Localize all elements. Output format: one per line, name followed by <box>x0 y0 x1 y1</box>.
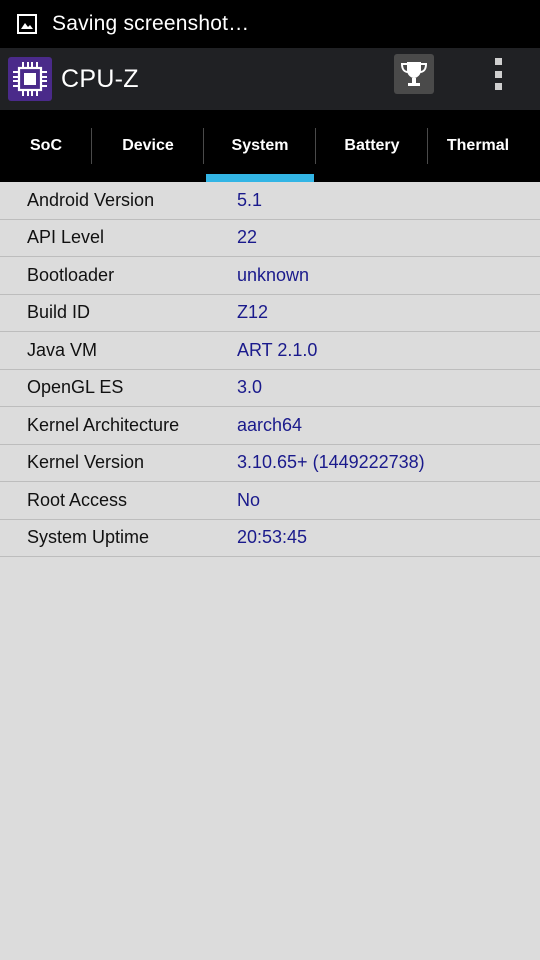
info-value: unknown <box>237 264 310 285</box>
info-label: Bootloader <box>27 264 115 285</box>
list-item: Root Access No <box>0 482 540 520</box>
tab-label: SoC <box>30 137 62 154</box>
status-text: Saving screenshot… <box>52 12 250 35</box>
list-item: Bootloader unknown <box>0 257 540 295</box>
trophy-icon[interactable] <box>394 54 434 94</box>
info-label: Android Version <box>27 189 155 210</box>
info-value: 22 <box>237 227 258 248</box>
tab-label: System <box>231 137 289 154</box>
info-label: Root Access <box>27 489 128 510</box>
list-item: Android Version 5.1 <box>0 182 540 220</box>
list-item: OpenGL ES 3.0 <box>0 370 540 407</box>
tab-label: Battery <box>344 137 400 154</box>
list-item: Build ID Z12 <box>0 295 540 332</box>
info-label: Build ID <box>27 302 91 323</box>
status-bar: Saving screenshot… <box>0 0 540 48</box>
info-label: OpenGL ES <box>27 377 124 398</box>
tab-label: Thermal <box>446 137 510 154</box>
list-item: System Uptime 20:53:45 <box>0 520 540 557</box>
tab-bar: SoC Device System Battery Thermal <box>0 110 540 182</box>
info-value: 20:53:45 <box>237 527 308 548</box>
info-label: Java VM <box>27 339 98 360</box>
list-item: Kernel Architecture aarch64 <box>0 407 540 445</box>
info-label: Kernel Architecture <box>27 414 180 435</box>
info-value: ART 2.1.0 <box>237 339 318 360</box>
tab-system[interactable]: System <box>204 110 316 182</box>
info-label: API Level <box>27 227 105 248</box>
image-icon <box>16 13 38 35</box>
info-value: Z12 <box>237 302 269 323</box>
info-value: 3.0 <box>237 377 263 398</box>
tab-device[interactable]: Device <box>92 110 204 182</box>
list-item: Java VM ART 2.1.0 <box>0 332 540 370</box>
info-value: No <box>237 489 261 510</box>
info-value: 3.10.65+ (1449222738) <box>237 452 425 473</box>
tab-label: Device <box>122 137 174 154</box>
app-bar: CPU-Z <box>0 48 540 110</box>
list-item: API Level 22 <box>0 220 540 257</box>
list-item: Kernel Version 3.10.65+ (1449222738) <box>0 445 540 482</box>
chip-icon <box>8 57 52 101</box>
info-value: 5.1 <box>237 189 263 210</box>
tab-battery[interactable]: Battery <box>316 110 428 182</box>
overflow-menu-icon[interactable] <box>482 56 514 92</box>
info-label: System Uptime <box>27 527 150 548</box>
tab-thermal[interactable]: Thermal <box>428 110 528 182</box>
info-value: aarch64 <box>237 414 303 435</box>
info-label: Kernel Version <box>27 452 145 473</box>
app-title: CPU-Z <box>61 64 139 93</box>
system-info-list: Android Version 5.1 API Level 22 Bootloa… <box>0 182 540 557</box>
tab-soc[interactable]: SoC <box>0 110 92 182</box>
